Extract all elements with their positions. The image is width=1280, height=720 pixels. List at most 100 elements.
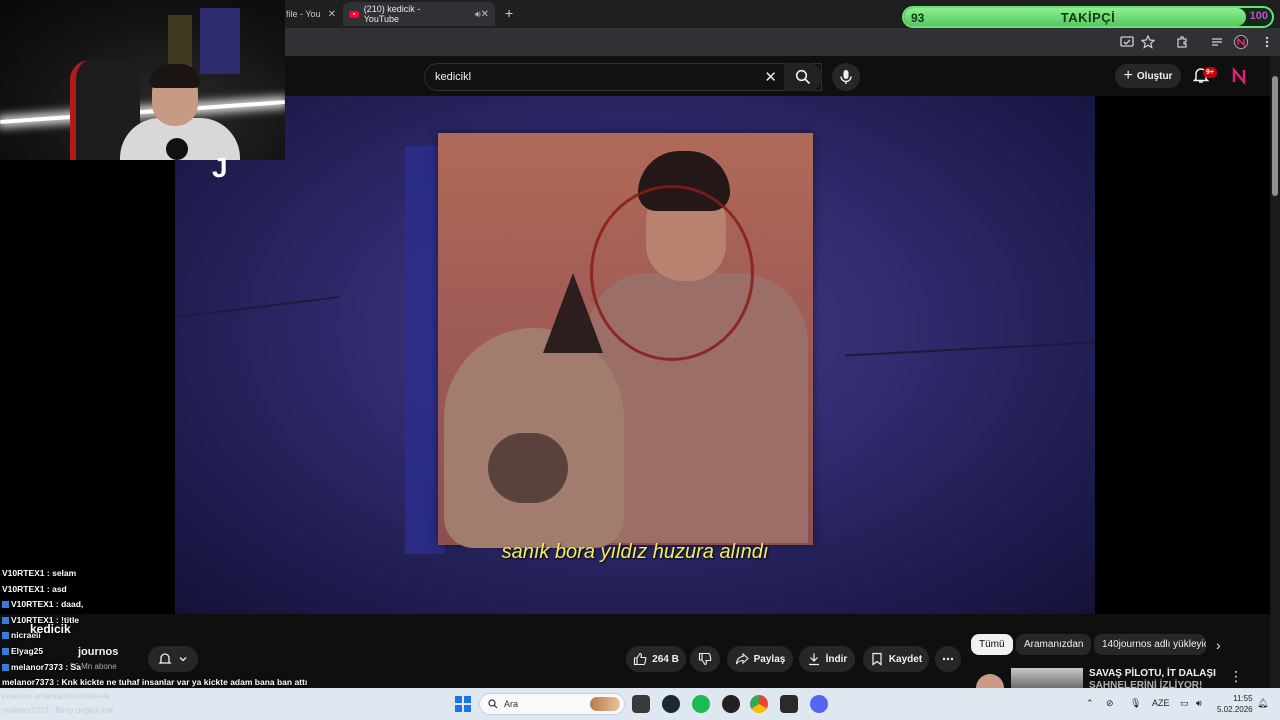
- dislike-button[interactable]: [690, 646, 720, 672]
- file-explorer-icon[interactable]: [632, 695, 650, 713]
- bookmark-star-icon[interactable]: [1140, 34, 1156, 49]
- browser-menu-icon[interactable]: [1260, 35, 1274, 49]
- create-button[interactable]: + Oluştur: [1115, 64, 1181, 88]
- clock-time: 11:55: [1233, 694, 1253, 703]
- screen: file - You ✕ (210) kedicik - YouTube 🔊︎ …: [0, 0, 1280, 720]
- video-photo: [438, 133, 813, 548]
- voice-search-button[interactable]: [832, 63, 860, 91]
- video-subtitle: sanık bora yıldız huzura alındı: [501, 541, 769, 563]
- chip-uploader[interactable]: 140journos adlı yükleyic: [1094, 634, 1206, 655]
- chat-username: V10RTEX1: [2, 583, 45, 594]
- chat-message: V10RTEX1 : selam: [2, 568, 77, 578]
- chat-username: V10RTEX1: [11, 599, 54, 610]
- reading-list-icon[interactable]: [1210, 35, 1224, 49]
- webcam-poster-right: [200, 8, 240, 74]
- chat-overlay-bottom: insanları anlamadım kickte+ek melanor737…: [2, 690, 114, 718]
- chat-text: daad,: [61, 599, 84, 610]
- network-icon[interactable]: ⊘: [1106, 698, 1114, 709]
- thumbs-down-icon: [698, 652, 712, 666]
- app-icon[interactable]: [780, 695, 798, 713]
- windows-start-icon[interactable]: [455, 696, 471, 712]
- tab-close-icon[interactable]: ✕: [328, 9, 336, 20]
- like-button[interactable]: 264 B: [626, 646, 686, 672]
- taskbar-clock[interactable]: 11:55 5.02.2026: [1217, 693, 1253, 715]
- spotify-icon[interactable]: [692, 695, 710, 713]
- save-button[interactable]: Kaydet: [863, 646, 929, 672]
- webcam-overlay: [0, 0, 285, 160]
- more-actions-button[interactable]: [935, 646, 961, 672]
- chat-message: Elyag25: [2, 644, 302, 660]
- microphone-icon: [840, 70, 852, 84]
- download-icon: [808, 653, 819, 666]
- share-button[interactable]: Paylaş: [727, 646, 793, 672]
- search-button[interactable]: [784, 63, 822, 91]
- youtube-account-avatar[interactable]: [1230, 66, 1248, 86]
- recommendation-title-line1: SAVAŞ PİLOTU, İT DALAŞI: [1089, 668, 1216, 679]
- thumbs-up-icon: [634, 652, 647, 666]
- search-input[interactable]: kedicikl ✕: [424, 63, 822, 91]
- discord-icon[interactable]: [810, 695, 828, 713]
- tab-youtube[interactable]: (210) kedicik - YouTube 🔊︎ ✕: [343, 2, 495, 26]
- recommendation-more-icon[interactable]: ⋮: [1229, 668, 1243, 685]
- download-label: İndir: [825, 653, 848, 665]
- video-player[interactable]: sanık bora yıldız huzura alındı: [0, 96, 1270, 614]
- page-scrollbar[interactable]: [1270, 56, 1280, 688]
- obs-icon[interactable]: [722, 695, 740, 713]
- chat-bottom-line: insanları anlamadım kickte+ek: [2, 692, 110, 701]
- recommendation-thumbnail[interactable]: [1011, 668, 1083, 688]
- chat-text: Sa: [70, 661, 81, 672]
- tray-overflow-icon[interactable]: ⌃: [1086, 698, 1094, 709]
- language-indicator[interactable]: AZE: [1152, 698, 1170, 708]
- search-icon: [795, 69, 811, 85]
- extensions-icon[interactable]: [1175, 35, 1189, 49]
- overlay-glyph: J: [212, 152, 228, 183]
- mic-tray-icon[interactable]: 🎙︎: [1130, 698, 1141, 709]
- profile-avatar[interactable]: [1234, 35, 1248, 49]
- webcam-microphone: [166, 138, 188, 160]
- chat-badge-icon: [2, 601, 9, 609]
- chat-text: asd: [52, 583, 67, 594]
- chat-text: selam: [52, 568, 77, 578]
- cast-icon[interactable]: [1120, 35, 1134, 49]
- drawn-line-right: [845, 341, 1095, 357]
- share-icon: [735, 652, 749, 665]
- chat-username: melanor7373: [2, 677, 54, 688]
- chip-from-search[interactable]: Aramanızdan: [1016, 634, 1092, 655]
- follower-goal: 100: [1249, 10, 1268, 22]
- new-tab-button[interactable]: +: [505, 5, 513, 21]
- photo-dog-muzzle: [488, 433, 568, 503]
- scrollbar-thumb[interactable]: [1272, 76, 1278, 196]
- chat-username: melanor7373: [11, 661, 63, 672]
- steam-icon[interactable]: [662, 695, 680, 713]
- photo-red-circle: [590, 185, 754, 361]
- share-label: Paylaş: [753, 653, 786, 665]
- chat-username: V10RTEX1: [2, 568, 45, 578]
- chat-badge-icon: [2, 663, 9, 671]
- tab-previous-label: file - You: [286, 9, 321, 19]
- display-icon[interactable]: ▭: [1180, 698, 1189, 709]
- search-query: kedicikl: [435, 71, 472, 83]
- clear-search-icon[interactable]: ✕: [764, 68, 777, 86]
- channel-name[interactable]: journos: [78, 646, 118, 658]
- like-count: 264 B: [652, 653, 679, 665]
- chip-all[interactable]: Tümü: [971, 634, 1013, 655]
- chat-badge-icon: [2, 616, 9, 624]
- create-label: Oluştur: [1136, 70, 1173, 82]
- plus-icon: +: [1123, 67, 1133, 84]
- chat-message: melanor7373 : Sa: [2, 660, 302, 676]
- download-button[interactable]: İndir: [799, 646, 855, 672]
- youtube-favicon-icon: [349, 10, 359, 18]
- follower-goal-widget: 93 TAKİPÇİ 100: [902, 6, 1274, 28]
- taskbar-search[interactable]: Ara: [479, 693, 625, 715]
- volume-icon[interactable]: 🔊︎: [1196, 698, 1202, 709]
- chrome-icon[interactable]: [750, 695, 768, 713]
- search-highlight-image: [590, 697, 620, 711]
- save-playlist-icon: [872, 652, 882, 666]
- drawn-line-left: [175, 295, 340, 319]
- chat-username: Elyag25: [11, 645, 44, 656]
- notification-bell-icon[interactable]: 🔔︎: [1257, 698, 1268, 709]
- chevron-right-icon[interactable]: ›: [1216, 637, 1221, 653]
- tab-previous[interactable]: file - You ✕: [280, 2, 342, 26]
- video-frame: [175, 96, 1095, 614]
- tab-close-icon[interactable]: ✕: [481, 9, 489, 20]
